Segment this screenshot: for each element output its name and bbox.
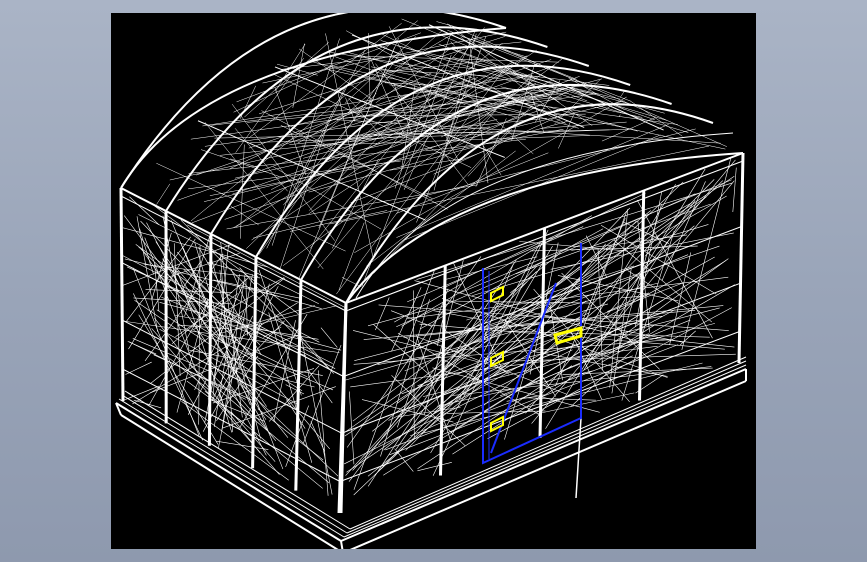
roof-brace bbox=[309, 45, 464, 211]
roof-brace bbox=[450, 89, 572, 150]
roof-brace bbox=[354, 96, 627, 253]
front-brace bbox=[317, 370, 329, 496]
front-brace bbox=[177, 251, 202, 282]
base-line bbox=[124, 390, 351, 530]
side-brace bbox=[349, 391, 355, 465]
front-brace bbox=[133, 399, 162, 409]
front-brace bbox=[286, 399, 306, 429]
roof-brace bbox=[325, 33, 374, 258]
side-brace bbox=[732, 167, 737, 213]
front-brace bbox=[181, 400, 289, 481]
front-brace bbox=[133, 297, 232, 305]
rafter-arch bbox=[255, 64, 631, 258]
side-brace bbox=[537, 392, 635, 415]
front-brace bbox=[248, 287, 322, 309]
front-brace bbox=[138, 246, 268, 370]
side-brace bbox=[417, 461, 452, 472]
side-brace bbox=[669, 252, 692, 345]
side-brace bbox=[422, 323, 716, 397]
base-slab-edge bbox=[349, 380, 747, 549]
roof-brace bbox=[619, 91, 625, 98]
front-brace bbox=[258, 269, 302, 396]
roof-brace bbox=[366, 150, 516, 267]
side-brace bbox=[621, 230, 675, 401]
base-slab-edge bbox=[120, 414, 339, 549]
door-handle bbox=[553, 326, 583, 345]
roof-brace bbox=[401, 18, 481, 52]
front-brace bbox=[176, 298, 209, 413]
side-brace bbox=[459, 243, 540, 400]
side-brace bbox=[512, 353, 736, 362]
front-brace bbox=[132, 302, 298, 405]
roof-brace bbox=[240, 144, 245, 239]
roof-brace bbox=[204, 93, 597, 147]
base-slab-edge bbox=[340, 540, 344, 549]
roof-brace bbox=[358, 88, 565, 137]
roof-brace bbox=[396, 124, 669, 238]
side-brace bbox=[378, 237, 641, 446]
roof-brace bbox=[345, 51, 638, 132]
roof-brace bbox=[261, 110, 448, 210]
roof-brace bbox=[308, 103, 476, 215]
rafter-arch bbox=[120, 13, 507, 189]
side-brace bbox=[471, 224, 709, 297]
wireframe-model bbox=[115, 13, 747, 549]
front-eave-inner bbox=[120, 195, 347, 312]
front-brace bbox=[169, 358, 209, 390]
side-brace bbox=[530, 245, 698, 252]
roof-brace bbox=[156, 183, 171, 205]
roof-brace bbox=[226, 184, 478, 230]
cad-viewport[interactable] bbox=[111, 13, 756, 549]
front-brace bbox=[220, 242, 243, 418]
roof-brace bbox=[251, 67, 510, 241]
side-brace bbox=[373, 324, 432, 378]
frame-wireframe bbox=[115, 13, 747, 549]
roof-brace bbox=[482, 144, 502, 176]
side-brace bbox=[394, 283, 462, 323]
side-brace bbox=[375, 297, 390, 331]
rafter-arch bbox=[210, 45, 590, 235]
side-brace bbox=[458, 179, 732, 294]
front-wall-post bbox=[119, 187, 125, 402]
roof-brace bbox=[446, 23, 728, 147]
side-brace bbox=[390, 310, 433, 327]
roof-brace bbox=[467, 128, 512, 177]
front-brace bbox=[257, 408, 324, 461]
base-line bbox=[346, 360, 747, 534]
front-brace bbox=[125, 361, 152, 375]
roof-brace bbox=[493, 41, 522, 46]
roof-purlin bbox=[197, 120, 426, 221]
front-brace bbox=[320, 327, 338, 348]
side-brace bbox=[446, 410, 546, 414]
roof-brace bbox=[289, 210, 388, 232]
front-brace bbox=[232, 369, 289, 438]
roof-brace bbox=[292, 43, 305, 108]
front-brace bbox=[303, 344, 342, 444]
front-brace bbox=[136, 216, 158, 332]
